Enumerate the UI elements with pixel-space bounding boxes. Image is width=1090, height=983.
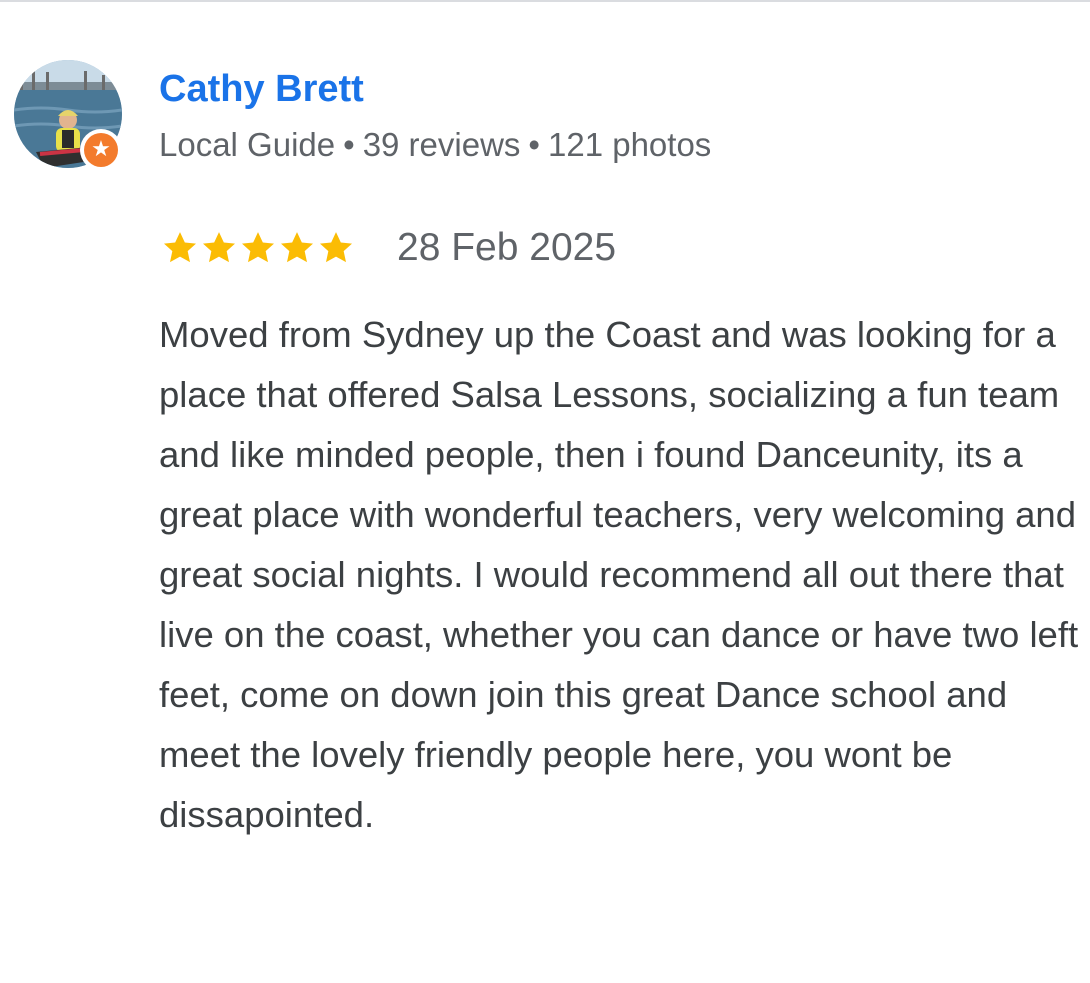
- reviewer-name[interactable]: Cathy Brett: [159, 64, 364, 114]
- star-icon: ★: [84, 133, 118, 167]
- local-guide-badge: ★: [80, 129, 122, 171]
- review-date: 28 Feb 2025: [397, 226, 617, 269]
- reviews-count: 39 reviews: [362, 126, 521, 163]
- star-icon: [277, 228, 317, 268]
- rating-row: 28 Feb 2025: [160, 225, 616, 271]
- star-icon: [199, 228, 239, 268]
- meta-separator: •: [343, 126, 355, 163]
- review-text: Moved from Sydney up the Coast and was l…: [159, 314, 1079, 835]
- photos-count: 121 photos: [547, 126, 712, 163]
- star-icon: [316, 228, 356, 268]
- meta-separator: •: [528, 126, 540, 163]
- local-guide-label: Local Guide: [159, 126, 336, 163]
- reviewer-meta: Local Guide • 39 reviews • 121 photos: [159, 122, 711, 168]
- star-rating: [160, 228, 355, 268]
- review-card: ★ Cathy Brett Local Guide • 39 reviews • 121…: [0, 0, 1090, 983]
- star-icon: [238, 228, 278, 268]
- star-icon: [160, 228, 200, 268]
